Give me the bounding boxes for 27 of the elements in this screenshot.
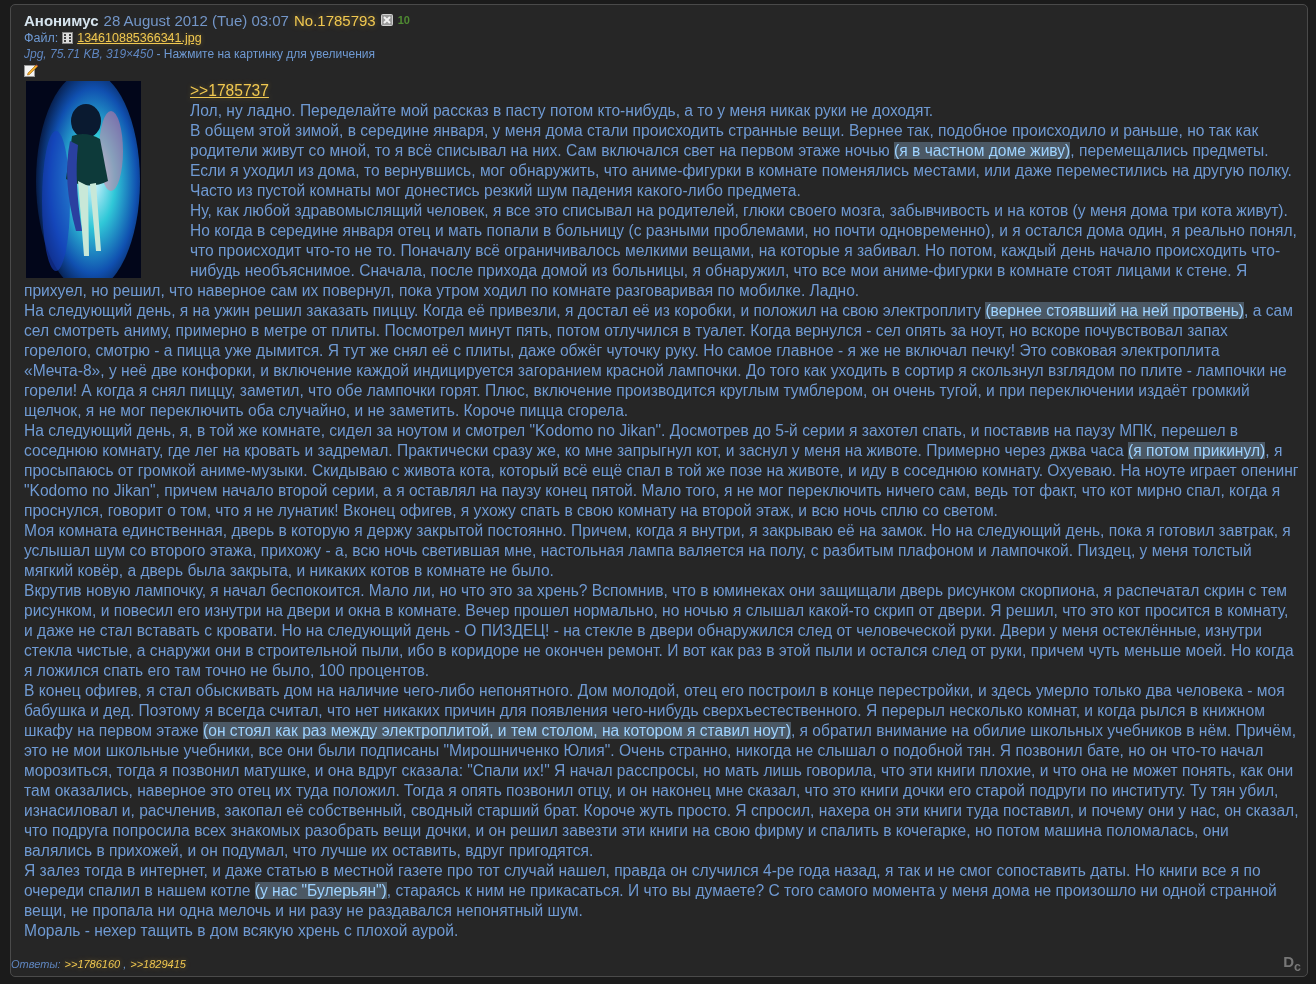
post-paragraph: В общем этой зимой, в середине января, у меня дома стали происходить странные вещи. Вернее так, подобное происходило и раньше, но так как родители живут со мной, то я всё списывал на них. Сам включался свет на первом этаже ночью (я в частном доме живу), перемещались предметы. Если я уходил из дома, то вернувшись, мог обнаружить, что аниме-фигурки в комнате поменялись местами, или даже переместились на другую полку. Часто из пустой комнаты мог донестись резкий шум падения какого-либо предмета. [189,121,1293,201]
post-paragraph: Моя комната единственная, дверь в которую я держу закрытой постоянно. Причем, когда я внутри, я закрываю её на замок. Но на следующий день, пока я готовил завтрак, я услышал шум со второго этажа, прихожу - а, всю ночь светившая мне, настольная лампа валяется на полу, с разбитым плафоном и лампочкой. Пиздец, у меня толстый мягкий ковёр, а дверь была закрыта, и никаких котов в комнате не было. [24,521,1292,581]
separator-comma: , [123,958,127,970]
pencil-icon[interactable] [24,63,38,77]
post-paragraph: На следующий день, я, в той же комнате, сидел за ноутом и смотрел "Kodomo no Jikan". Досмотрев до 5-й серии я захотел спать, и поставив на паузу МПК, перешел в соседнюю комнату, где лег на кровать и задремал. Практически сразу же, ко мне запрыгнул кот, и заснул у меня на животе. Примерно через джва часа (я потом прикинул), я просыпаюсь от громкой аниме-музыки. Скидываю с живота кота, который всё ещё спал в той же позе на животе, и иду в соседнюю комнату. Охуеваю. На ноуте играет опенинг "Kodomo no Jikan", причем начало второй серии, а я оставлял на паузу конец пятой. Мало того, я не мог переключить ничего сам, ведь тот факт, что кот мирно спал, когда я проснулся, говорит о том, что я не лунатик! Вконец офигев, я ухожу спать в свою комнату на второй этаж, и всю ночь сплю со светом. [24,421,1299,521]
file-info: Jpg, 75.71 KB, 319×450 [24,47,154,61]
post-date: 28 August 2012 (Tue) 03:07 [103,11,289,29]
post-paragraph: В конец офигев, я стал обыскивать дом на наличие чего-либо непонятного. Дом молодой, отец его построил в конце перестройки, и здесь умерло только два человека - моя бабушка и дед. Поэтому я всегда считал, что нет никаких причин для появления чего-нибудь сверхъестественного. Я перерыл несколько комнат, и когда рылся в книжном шкафу на первом этаже (он стоял как раз между электроплитой, и тем столом, на котором я ставил ноут), я обратил внимание на обилие школьных учебников в нём. Причём, это не мои школьные учебники, все они были подписаны "Мирошниченко Юлия". Очень странно, никогда не слышал о подобной тян. Я позвонил бате, но он что-то начал морозиться, тогда я позвонил матушке, и она вдруг сказала: "Спали их!" Я начал расспросы, но мать лишь говорила, что эти книги плохие, и что она не может понять, как они там оказались, наверное это отец их туда положил. Тогда я опять позвонил отцу, и он наконец мне сказал, что это книги дочки его старой подруги по институту. Ту тян убил, изнасиловал и, расчленив, закопал её собственный, сводный старший брат. Короче жуть просто. Я спросил, нахера он эти книги туда поставил, и почему они у нас, он сказал, что подруга попросила всех знакомых разобрать вещи дочки, и он решил завезти эти книги на свою фирму и спалить в кочегарке, но потом машина поломалась, они валялись в прихожей, и он подумал, что лучше их оставить, вдруг пригодятся. [24,681,1299,861]
replies-label: Ответы: [11,958,61,970]
corner-logo: D$_{c}$ [1283,953,1301,974]
post-number-link[interactable]: No.1785793 [293,11,376,29]
reply-link[interactable]: >>1829415 [130,958,186,970]
enlarge-hint: - Нажмите на картинку для увеличения [155,47,376,61]
file-icon [62,32,74,44]
post-paragraph: Я залез тогда в интернет, и даже статью в местной газете про тот случай нашел, правда он случился 4-ре года назад, я так и не смог сопоставить даты. Но книги все я по очереди спалил в нашем котле (у нас "Булерьян"), стараясь к ним не прикасаться. И что вы думаете? С того самого момента у меня дома не произошло ни одной странной вещи, не пропала ни одна мелочь и ни разу не раздавался непонятный шум. [24,861,1278,921]
author-name: Анонимус [24,11,99,29]
delete-icon[interactable] [380,14,393,26]
reply-link[interactable]: >>1785737 [190,82,269,99]
file-label: Файл: [24,31,59,45]
post-paragraph: Вкрутив новую лампочку, я начал беспокоится. Мало ли, но что это за хрень? Вспомнив, что в юминеках они защищали дверь рисунком скорпиона, я распечатал скрин с тем рисунком, и повесил его изнутри на двери и окна в комнате. Вечер прошел нормально, но ночью я слышал какой-то скрип от двери. Я решил, что это кот просится в комнату, и даже не стал вставать с кровати. Но на следующий день - О ПИЗДЕЦ! - на стекле в двери обнаружился след от человеческой руки. Двери у меня остеклённые, изнутри стекла чистые, а снаружи они в строительной пыли, ибо в коридоре не окончен ремонт. И вот как раз в этой пыли и остался след от руки, причем чуть меньше моей. Но когда я ложился спать его там точно не было, 100 процентов. [24,581,1295,681]
post-paragraph: Ну, как любой здравомыслящий человек, я все это списывал на родителей, глюки своего мозга, забывчивость и на котов (у меня дома три кота живут). Но когда в середине января отец и мать попали в больницу (с разными проблемами, но почти одновременно), и я остался дома один, я реально понял, что происходит что-то не то. Поначалу всё ограничивалось мелкими вещами, на которые я забивал. Но потом, каждый день начало происходить что-нибудь необъяснимое. Сначала, после прихода домой из больницы, я обнаружил, что все мои аниме-фигурки в комнате стоят лицами к стене. Я прихуел, но решил, что наверное сам их повернул, пока утром ходил по комнате разговаривая по мобилке. Ладно. [24,201,1298,301]
post-score: 10 [397,14,410,26]
post-paragraph: Мораль - нехер тащить в дом всякую хрень с плохой аурой. [24,921,460,941]
post-paragraph: Лол, ну ладно. Переделайте мой рассказ в пасту потом кто-нибудь, а то у меня никак руки не доходят. [189,101,935,121]
file-link[interactable]: 134610885366341.jpg [77,31,202,45]
reply-link[interactable]: >>1786160 [64,958,121,970]
post-paragraph: На следующий день, я на ужин решил заказать пиццу. Когда её привезли, я достал её из коробки, и положил на свою электроплиту (вернее стоявший на ней протвень), а сам сел смотреть аниму, примерно в метре от плиты. Посмотрел минут пять, потом отлучился в туалет. Когда вернулся - сел опять за ноут, но вскоре почувствовал запах горелого, смотрю - а пицца уже дымится. Я тут же снял её с плиты, даже обжёг чуточку руку. Но самое главное - я же не включал печку! Это совковая электроплита «Мечта-8», у неё две конфорки, и включение каждой индицируется загоранием красной лампочки. До того как уходить в сортир я скользнул взглядом по плите - лампочки не горели! А когда я снял пиццу, заметил, что обе лампочки горят. Плюс, включение производится круглым тумблером, он очень тугой, и при переключении издаёт громкий щелчок, я не мог переключить оба случайно, и не заметить. Короче пицца сгорела. [24,301,1294,421]
